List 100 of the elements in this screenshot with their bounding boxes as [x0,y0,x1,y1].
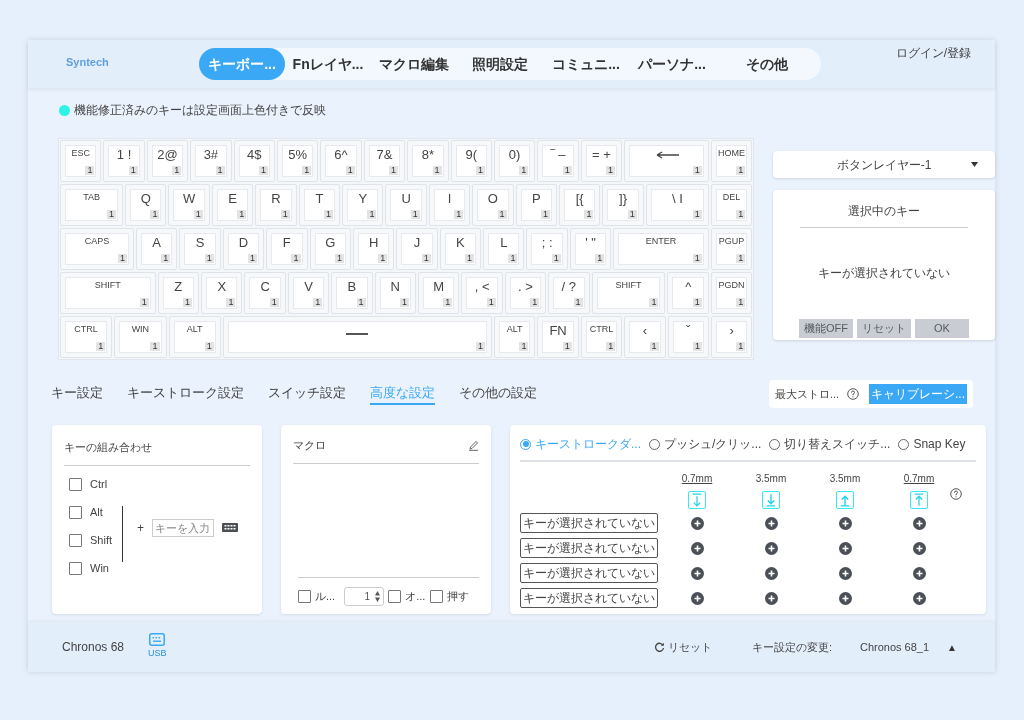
keycap[interactable]: PGUP 1 [710,228,753,270]
nav-tab[interactable]: マクロ編集 [371,48,457,80]
spinner-icon[interactable] [375,590,381,602]
key-select-button[interactable]: キーが選択されていない [520,513,658,533]
keycap[interactable]: F 1 [266,228,308,270]
keycap[interactable]: FN 1 [537,316,579,358]
nav-tab[interactable]: コミュニ... [543,48,629,80]
keycap[interactable]: 4$ 1 [233,140,275,182]
keycap[interactable]: N 1 [374,272,416,314]
keycap[interactable]: ENTER 1 [613,228,709,270]
keycap[interactable]: ESC 1 [60,140,102,182]
nav-tab[interactable]: パーソナ... [629,48,715,80]
keycap[interactable]: 7& 1 [363,140,406,182]
keycap[interactable]: I 1 [428,184,471,226]
keycap[interactable]: 2@ 1 [146,140,189,182]
keycap[interactable]: CTRL 1 [60,316,113,358]
keycap[interactable]: ^ 1 [667,272,709,314]
keycap[interactable]: ]} 1 [602,184,644,226]
add-icon[interactable] [690,541,704,555]
keycap[interactable]: Y 1 [342,184,384,226]
key-select-button[interactable]: キーが選択されていない [520,563,658,583]
checkbox[interactable] [69,562,82,575]
keycap[interactable]: 6^ 1 [320,140,362,182]
keycap[interactable]: 8* 1 [407,140,449,182]
keycap[interactable]: P 1 [515,184,557,226]
pencil-icon[interactable] [468,439,479,451]
keycap[interactable]: PGDN 1 [710,272,753,314]
keycap[interactable]: . > 1 [504,272,547,314]
keycap[interactable]: CTRL 1 [580,316,623,358]
keycap[interactable]: CAPS 1 [60,228,134,270]
add-icon[interactable] [764,591,778,605]
keycap[interactable]: K 1 [439,228,482,270]
keycap[interactable]: J 1 [396,228,438,270]
keycap[interactable]: ; : 1 [526,228,568,270]
add-icon[interactable] [838,541,852,555]
distance-value[interactable]: 0.7mm [903,471,935,486]
keycap[interactable]: A 1 [135,228,178,270]
nav-tab[interactable]: その他 [715,48,819,80]
checkbox[interactable] [388,589,402,603]
settings-tab[interactable]: キーストローク設定 [127,382,244,406]
keycap[interactable]: ‾ – 1 [537,140,579,182]
settings-tab[interactable]: スイッチ設定 [268,382,346,406]
add-icon[interactable] [690,591,704,605]
keycap[interactable]: W 1 [168,184,210,226]
keycap[interactable]: 1 ! 1 [103,140,145,182]
keycap[interactable]: M 1 [418,272,460,314]
keycap[interactable]: 1 [624,140,709,182]
keycap[interactable]: H 1 [352,228,395,270]
keycap[interactable]: U 1 [385,184,427,226]
keycap[interactable]: SHIFT 1 [60,272,156,314]
keycap[interactable]: 3# 1 [190,140,232,182]
keycap[interactable]: E 1 [211,184,254,226]
keycap[interactable]: DEL 1 [710,184,753,226]
settings-tab[interactable]: その他の設定 [459,382,537,406]
keyboard-icon[interactable] [222,523,239,532]
keycap[interactable]: = + 1 [580,140,623,182]
add-icon[interactable] [764,541,778,555]
checkbox[interactable] [69,534,82,547]
key-select-button[interactable]: キーが選択されていない [520,538,658,558]
checkbox[interactable] [69,506,82,519]
add-icon[interactable] [912,516,926,530]
keycap[interactable]: SHIFT 1 [591,272,666,314]
keycap[interactable]: T 1 [298,184,341,226]
keycap[interactable]: 5% 1 [276,140,319,182]
help-icon[interactable] [847,388,860,400]
keycap[interactable]: X 1 [201,272,243,314]
layer-dropdown[interactable]: ボタンレイヤー-1 [773,151,995,178]
add-icon[interactable] [690,566,704,580]
keycap[interactable]: ˇ 1 [667,316,709,358]
checkbox[interactable] [298,589,311,603]
key-select-button[interactable]: キーが選択されていない [520,588,658,608]
keycap[interactable]: \ I 1 [645,184,709,226]
config-name[interactable]: Chronos 68_1 [860,638,930,656]
keycap[interactable]: G 1 [309,228,351,270]
keycap[interactable]: › 1 [710,316,753,358]
keycap[interactable]: TAB 1 [60,184,124,226]
add-icon[interactable] [690,516,704,530]
keycap[interactable]: L 1 [483,228,525,270]
keycap[interactable]: 1 [222,316,492,358]
nav-tab[interactable]: 照明設定 [457,48,543,80]
add-icon[interactable] [764,516,778,530]
distance-value[interactable]: 0.7mm [681,471,713,486]
expand-toggle[interactable]: ▲ [947,639,957,655]
add-icon[interactable] [838,566,852,580]
reset-button[interactable]: リセット [653,638,712,656]
checkbox[interactable] [430,589,444,603]
keycap[interactable]: S 1 [179,228,221,270]
keycap[interactable]: ALT 1 [168,316,221,358]
keycap[interactable]: Q 1 [125,184,167,226]
keycap[interactable]: R 1 [255,184,297,226]
keycap[interactable]: [{ 1 [559,184,601,226]
nav-tab[interactable]: Fnレイヤ... [285,48,371,80]
keycap[interactable]: V 1 [287,272,330,314]
keycap[interactable]: Z 1 [157,272,200,314]
add-icon[interactable] [838,516,852,530]
checkbox[interactable] [69,478,82,491]
repeat-count-field[interactable]: 1 [344,586,385,606]
keycap[interactable]: ‹ 1 [624,316,666,358]
settings-tab[interactable]: キー設定 [51,382,103,406]
keycap[interactable]: O 1 [472,184,514,226]
